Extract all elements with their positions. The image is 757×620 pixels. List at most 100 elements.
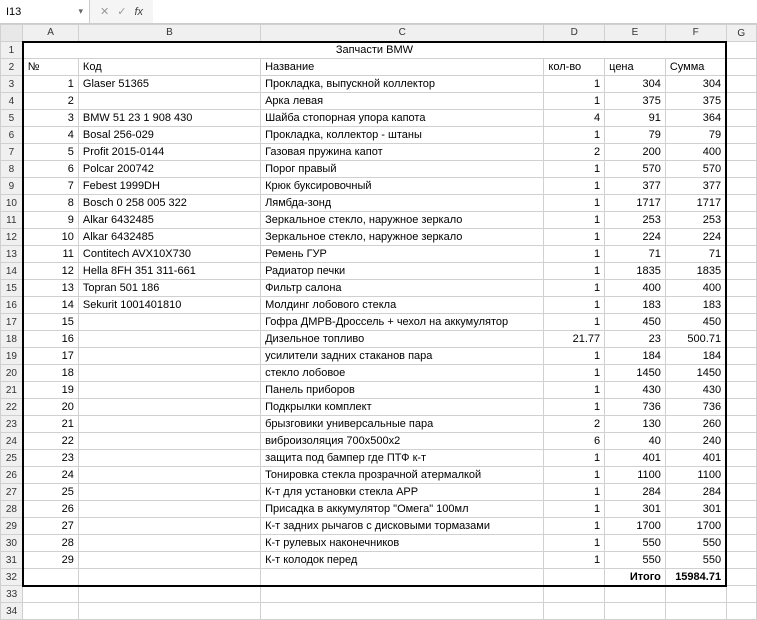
cell-price-27[interactable]: 284 [605, 484, 666, 501]
cell-A34[interactable] [23, 603, 79, 620]
cell-sum-13[interactable]: 71 [665, 246, 726, 263]
cell-sum-5[interactable]: 364 [665, 110, 726, 127]
cell-code-3[interactable]: Glaser 51365 [78, 76, 260, 93]
cell-ref-input[interactable] [6, 6, 56, 18]
cell-sum-8[interactable]: 570 [665, 161, 726, 178]
cell-name-21[interactable]: Панель приборов [261, 382, 544, 399]
cell-sum-25[interactable]: 401 [665, 450, 726, 467]
cell-F33[interactable] [665, 586, 726, 603]
col-header-D[interactable]: D [544, 25, 605, 42]
cell-G29[interactable] [726, 518, 756, 535]
cell-price-16[interactable]: 183 [605, 297, 666, 314]
cell-price-31[interactable]: 550 [605, 552, 666, 569]
cell-no-7[interactable]: 5 [23, 144, 79, 161]
cell-G31[interactable] [726, 552, 756, 569]
cell-price-20[interactable]: 1450 [605, 365, 666, 382]
cell-G15[interactable] [726, 280, 756, 297]
cell-qty-25[interactable]: 1 [544, 450, 605, 467]
cell-G18[interactable] [726, 331, 756, 348]
cell-G9[interactable] [726, 178, 756, 195]
cell-price-8[interactable]: 570 [605, 161, 666, 178]
cell-name-4[interactable]: Арка левая [261, 93, 544, 110]
cell-sum-15[interactable]: 400 [665, 280, 726, 297]
cell-D32[interactable] [544, 569, 605, 586]
cell-code-28[interactable] [78, 501, 260, 518]
cell-code-10[interactable]: Bosch 0 258 005 322 [78, 195, 260, 212]
cell-no-26[interactable]: 24 [23, 467, 79, 484]
row-header-32[interactable]: 32 [1, 569, 23, 586]
row-header-13[interactable]: 13 [1, 246, 23, 263]
cell-name-13[interactable]: Ремень ГУР [261, 246, 544, 263]
row-header-4[interactable]: 4 [1, 93, 23, 110]
cell-sum-23[interactable]: 260 [665, 416, 726, 433]
cell-G8[interactable] [726, 161, 756, 178]
cell-code-27[interactable] [78, 484, 260, 501]
cell-qty-8[interactable]: 1 [544, 161, 605, 178]
cell-no-9[interactable]: 7 [23, 178, 79, 195]
hdr-code[interactable]: Код [78, 59, 260, 76]
cell-code-7[interactable]: Profit 2015-0144 [78, 144, 260, 161]
cell-code-26[interactable] [78, 467, 260, 484]
cell-qty-28[interactable]: 1 [544, 501, 605, 518]
cell-name-16[interactable]: Молдинг лобового стекла [261, 297, 544, 314]
cell-code-21[interactable] [78, 382, 260, 399]
cell-no-12[interactable]: 10 [23, 229, 79, 246]
col-header-A[interactable]: A [23, 25, 79, 42]
cell-name-15[interactable]: Фильтр салона [261, 280, 544, 297]
cell-G2[interactable] [726, 59, 756, 76]
cell-G1[interactable] [726, 42, 756, 59]
cell-G25[interactable] [726, 450, 756, 467]
cell-name-5[interactable]: Шайба стопорная упора капота [261, 110, 544, 127]
cell-price-13[interactable]: 71 [605, 246, 666, 263]
cell-qty-20[interactable]: 1 [544, 365, 605, 382]
cell-A33[interactable] [23, 586, 79, 603]
cell-G12[interactable] [726, 229, 756, 246]
cell-qty-3[interactable]: 1 [544, 76, 605, 93]
cell-code-30[interactable] [78, 535, 260, 552]
row-header-12[interactable]: 12 [1, 229, 23, 246]
cell-sum-29[interactable]: 1700 [665, 518, 726, 535]
cell-E33[interactable] [605, 586, 666, 603]
cell-G4[interactable] [726, 93, 756, 110]
col-header-F[interactable]: F [665, 25, 726, 42]
row-header-26[interactable]: 26 [1, 467, 23, 484]
row-header-3[interactable]: 3 [1, 76, 23, 93]
cell-name-31[interactable]: К-т колодок перед [261, 552, 544, 569]
cell-sum-21[interactable]: 430 [665, 382, 726, 399]
cell-sum-17[interactable]: 450 [665, 314, 726, 331]
cell-name-10[interactable]: Лямбда-зонд [261, 195, 544, 212]
row-header-20[interactable]: 20 [1, 365, 23, 382]
cell-F34[interactable] [665, 603, 726, 620]
cell-price-21[interactable]: 430 [605, 382, 666, 399]
cell-B33[interactable] [78, 586, 260, 603]
cell-G23[interactable] [726, 416, 756, 433]
row-header-11[interactable]: 11 [1, 212, 23, 229]
cell-C32[interactable] [261, 569, 544, 586]
cell-price-10[interactable]: 1717 [605, 195, 666, 212]
cell-no-21[interactable]: 19 [23, 382, 79, 399]
row-header-30[interactable]: 30 [1, 535, 23, 552]
cell-name-17[interactable]: Гофра ДМРВ-Дроссель + чехол на аккумулят… [261, 314, 544, 331]
cell-qty-24[interactable]: 6 [544, 433, 605, 450]
cell-sum-12[interactable]: 224 [665, 229, 726, 246]
cell-price-3[interactable]: 304 [605, 76, 666, 93]
cell-price-26[interactable]: 1100 [605, 467, 666, 484]
cell-no-30[interactable]: 28 [23, 535, 79, 552]
cell-code-31[interactable] [78, 552, 260, 569]
cell-sum-6[interactable]: 79 [665, 127, 726, 144]
cell-G28[interactable] [726, 501, 756, 518]
cell-no-24[interactable]: 22 [23, 433, 79, 450]
row-header-2[interactable]: 2 [1, 59, 23, 76]
cell-name-29[interactable]: К-т задних рычагов с дисковыми тормазами [261, 518, 544, 535]
cell-G10[interactable] [726, 195, 756, 212]
cell-qty-7[interactable]: 2 [544, 144, 605, 161]
cell-B32[interactable] [78, 569, 260, 586]
row-header-19[interactable]: 19 [1, 348, 23, 365]
cell-sum-11[interactable]: 253 [665, 212, 726, 229]
row-header-16[interactable]: 16 [1, 297, 23, 314]
cell-price-29[interactable]: 1700 [605, 518, 666, 535]
cell-price-5[interactable]: 91 [605, 110, 666, 127]
cell-name-11[interactable]: Зеркальное стекло, наружное зеркало [261, 212, 544, 229]
cell-sum-24[interactable]: 240 [665, 433, 726, 450]
cell-no-4[interactable]: 2 [23, 93, 79, 110]
